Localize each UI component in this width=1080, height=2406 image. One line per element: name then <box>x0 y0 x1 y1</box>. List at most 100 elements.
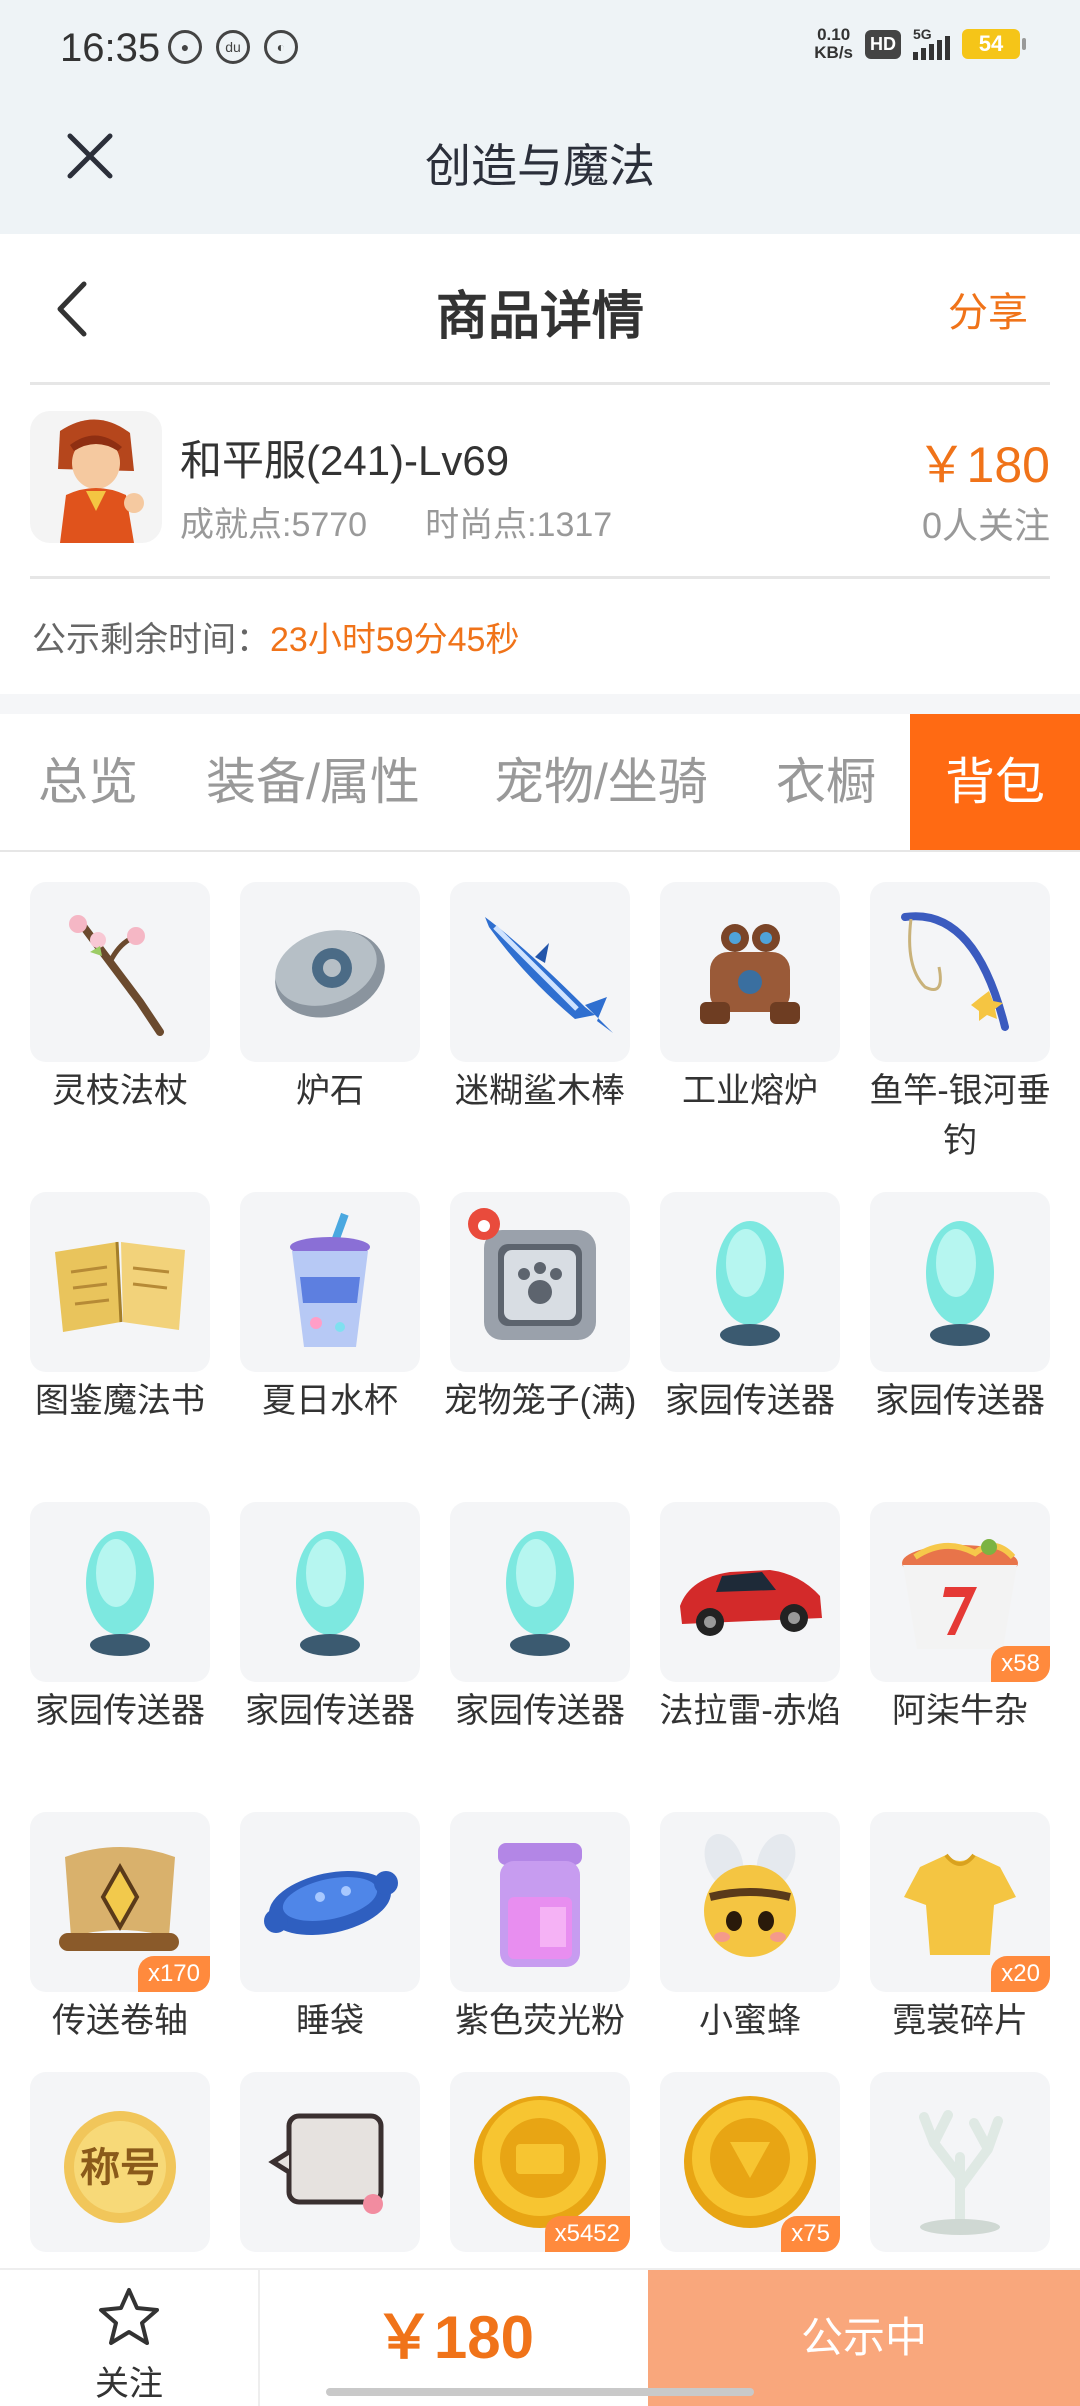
inventory-item[interactable]: 迷糊鲨木棒 <box>450 882 630 1116</box>
item-name: 家园传送器 <box>35 1692 205 1730</box>
follow-button[interactable]: 关注 <box>0 2270 260 2406</box>
signal-icon: 5G <box>913 26 950 60</box>
red-sports-car-icon <box>680 1570 822 1636</box>
coral-icon <box>919 2110 1003 2235</box>
item-name: 传送卷轴 <box>52 2002 188 2040</box>
follow-label: 关注 <box>95 2365 163 2403</box>
inventory-item[interactable]: 法拉雷-赤焰 <box>659 1502 841 1736</box>
noodle-bowl-icon <box>902 1539 1018 1649</box>
inventory-item[interactable]: 家园传送器 <box>660 1192 840 1426</box>
app-notification-icon: du <box>216 30 250 64</box>
fishing-rod-icon <box>901 912 1009 1031</box>
tab-bar: 总览 装备/属性 宠物/坐骑 衣橱 背包 <box>0 714 1080 852</box>
magic-book-icon <box>55 1241 185 1332</box>
publicity-status-button[interactable]: 公示中 <box>648 2270 1080 2406</box>
pet-cage-icon <box>468 1208 596 1340</box>
tab-pets-mounts[interactable]: 宠物/坐骑 <box>494 714 708 850</box>
inventory-item[interactable]: x75 <box>660 2072 840 2256</box>
hearthstone-icon <box>275 930 385 1018</box>
item-name: 炉石 <box>296 1072 364 1110</box>
inventory-item[interactable]: x5452 <box>450 2072 630 2256</box>
item-count-badge: x20 <box>991 1956 1050 1992</box>
inventory-item[interactable]: 称号 <box>30 2072 210 2256</box>
tab-equipment[interactable]: 装备/属性 <box>206 714 420 850</box>
achievement-points: 成就点:5770 <box>180 506 368 544</box>
tab-wardrobe[interactable]: 衣橱 <box>776 714 876 850</box>
item-count-badge: x58 <box>991 1646 1050 1682</box>
chat-bubble-icon <box>268 2113 384 2214</box>
inventory-item[interactable]: 紫色荧光粉 <box>450 1812 630 2046</box>
item-name: 图鉴魔法书 <box>35 1382 205 1420</box>
inventory-item[interactable] <box>870 2072 1050 2256</box>
home-teleporter-icon <box>716 1221 784 1346</box>
item-name: 法拉雷-赤焰 <box>659 1692 841 1730</box>
teleport-scroll-icon <box>59 1847 179 1951</box>
page-header: 商品详情 分享 <box>0 234 1080 382</box>
inventory-item[interactable] <box>240 2072 420 2256</box>
shark-club-icon <box>485 917 613 1033</box>
item-name: 灵枝法杖 <box>52 1072 188 1110</box>
countdown-value: 23小时59分45秒 <box>270 621 520 659</box>
summer-cup-icon <box>290 1212 370 1347</box>
bottom-price: ￥180 <box>373 2304 535 2371</box>
inventory-item[interactable]: 睡袋 <box>240 1812 420 2046</box>
industrial-furnace-icon <box>700 924 800 1024</box>
inventory-item[interactable]: 图鉴魔法书 <box>30 1192 210 1426</box>
home-indicator <box>326 2388 754 2396</box>
bee-icon <box>704 1833 796 1957</box>
status-time: 16:35 <box>60 26 161 70</box>
item-name: 工业熔炉 <box>682 1072 818 1110</box>
product-price: ￥180 <box>916 437 1050 493</box>
inventory-item[interactable]: 灵枝法杖 <box>30 882 210 1116</box>
title-card-icon: 称号 <box>64 2111 176 2223</box>
item-name: 夏日水杯 <box>262 1382 398 1420</box>
tab-backpack[interactable]: 背包 <box>910 714 1080 850</box>
inventory-item[interactable]: x20 霓裳碎片 <box>870 1812 1050 2046</box>
inventory-item[interactable]: 宠物笼子(满) <box>444 1192 636 1426</box>
item-name: 睡袋 <box>296 2002 364 2040</box>
item-name: 家园传送器 <box>245 1692 415 1730</box>
branch-staff-icon <box>69 915 164 1036</box>
page-title: 商品详情 <box>435 288 644 346</box>
item-name: 阿柒牛杂 <box>892 1692 1028 1730</box>
purple-powder-jar-icon <box>498 1843 582 1967</box>
star-icon <box>99 2288 159 2345</box>
publicity-countdown: 公示剩余时间：23小时59分45秒 <box>32 621 520 659</box>
inventory-item[interactable]: x170 传送卷轴 <box>30 1812 210 2046</box>
clothing-fragment-icon <box>904 1853 1016 1955</box>
inventory-item[interactable]: 鱼竿-银河垂钓 <box>869 882 1051 1166</box>
sleeping-bag-icon <box>264 1870 398 1936</box>
inventory-item[interactable]: x58 阿柒牛杂 <box>870 1502 1050 1736</box>
bottom-action-bar: 关注 ￥180 公示中 <box>0 2268 1080 2406</box>
inventory-item[interactable]: 家园传送器 <box>450 1502 630 1736</box>
home-teleporter-icon <box>506 1531 574 1656</box>
inventory-item[interactable]: 工业熔炉 <box>660 882 840 1116</box>
item-count-badge: x170 <box>137 1956 210 1992</box>
svg-text:称号: 称号 <box>80 2145 160 2191</box>
inventory-item[interactable]: 家园传送器 <box>30 1502 210 1736</box>
clock-notification-icon: ◐ <box>264 30 298 64</box>
divider <box>30 576 1050 579</box>
home-teleporter-icon <box>86 1531 154 1656</box>
item-count-badge: x5452 <box>544 2216 630 2252</box>
notification-icons: ● du ◐ <box>168 30 298 64</box>
item-name: 家园传送器 <box>875 1382 1045 1420</box>
home-teleporter-icon <box>296 1531 364 1656</box>
item-name: 鱼竿-银河垂钓 <box>869 1072 1051 1160</box>
tab-overview[interactable]: 总览 <box>38 714 138 850</box>
inventory-item[interactable]: 夏日水杯 <box>240 1192 420 1426</box>
item-name: 小蜜蜂 <box>699 2002 801 2040</box>
inventory-item[interactable]: 家园传送器 <box>870 1192 1050 1426</box>
inventory-item[interactable]: 家园传送器 <box>240 1502 420 1736</box>
product-summary: 和平服(241)-Lv69 成就点:5770 时尚点:1317 ￥180 0人关… <box>0 385 1080 575</box>
item-count-badge: x75 <box>781 2216 840 2252</box>
share-button[interactable]: 分享 <box>948 280 1028 338</box>
item-name: 宠物笼子(满) <box>443 1382 637 1420</box>
backpack-grid: 灵枝法杖 炉石 迷糊鲨木棒 工业熔炉 鱼竿-银河垂钓 图鉴魔法书 夏日水杯 宠物… <box>0 850 1080 2270</box>
inventory-item[interactable]: 炉石 <box>240 882 420 1116</box>
character-avatar <box>30 411 162 543</box>
battery-icon: 54 <box>962 29 1026 59</box>
message-notification-icon: ● <box>168 30 202 64</box>
inventory-item[interactable]: 小蜜蜂 <box>660 1812 840 2046</box>
home-teleporter-icon <box>926 1221 994 1346</box>
